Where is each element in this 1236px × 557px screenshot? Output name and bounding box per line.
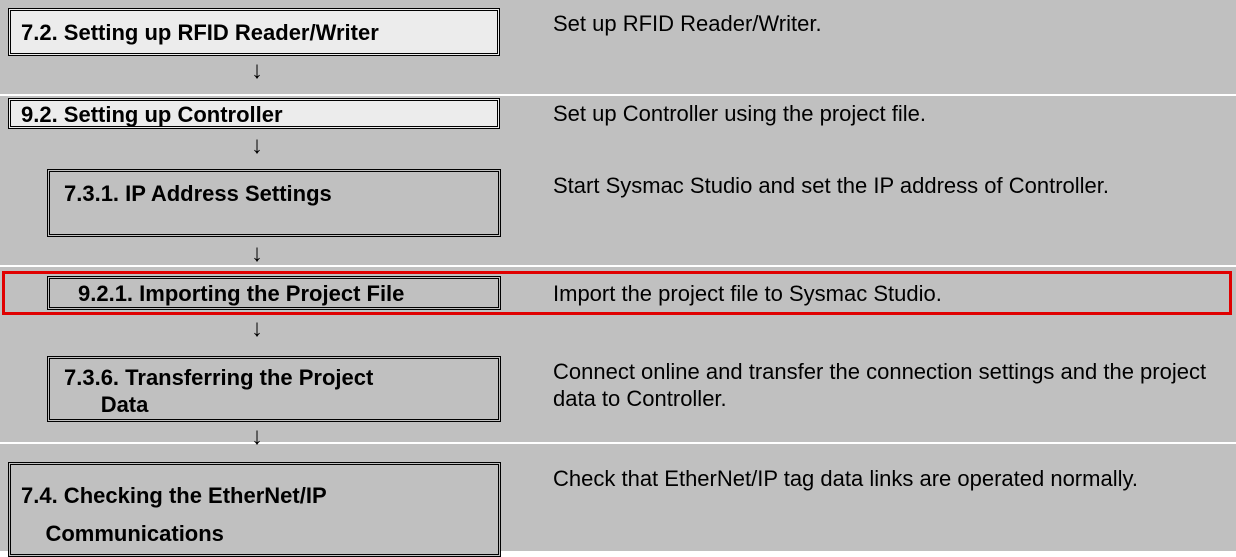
step-box-transfer-project: 7.3.6. Transferring the Project Data <box>47 356 501 422</box>
row-separator <box>0 265 1236 267</box>
step-label: 7.3.1. IP Address Settings <box>64 181 332 206</box>
down-arrow-icon: ↓ <box>251 315 263 342</box>
down-arrow-icon: ↓ <box>251 423 263 450</box>
step-description: Check that EtherNet/IP tag data links ar… <box>553 466 1138 491</box>
step-box-controller-setup: 9.2. Setting up Controller <box>8 98 500 129</box>
down-arrow-icon: ↓ <box>251 132 263 159</box>
step-label: 7.2. Setting up RFID Reader/Writer <box>21 20 379 45</box>
step-label: 7.3.6. Transferring the Project Data <box>64 365 374 417</box>
step-description: Connect online and transfer the connecti… <box>553 359 1207 411</box>
step-label: 9.2. Setting up Controller <box>21 102 283 127</box>
step-box-import-project: 9.2.1. Importing the Project File <box>47 276 501 310</box>
step-description: Set up Controller using the project file… <box>553 101 926 126</box>
procedure-flow-panel: 7.2. Setting up RFID Reader/Writer Set u… <box>0 0 1236 557</box>
step-description: Import the project file to Sysmac Studio… <box>553 281 942 306</box>
step-label: 7.4. Checking the EtherNet/IP Communicat… <box>21 483 327 546</box>
down-arrow-icon: ↓ <box>251 57 263 84</box>
row-separator <box>0 442 1236 444</box>
row-separator <box>0 94 1236 96</box>
step-box-check-ethernetip: 7.4. Checking the EtherNet/IP Communicat… <box>8 462 501 557</box>
step-description: Set up RFID Reader/Writer. <box>553 11 822 36</box>
step-box-ip-address: 7.3.1. IP Address Settings <box>47 169 501 237</box>
down-arrow-icon: ↓ <box>251 240 263 267</box>
step-description: Start Sysmac Studio and set the IP addre… <box>553 173 1109 198</box>
step-label: 9.2.1. Importing the Project File <box>78 281 405 306</box>
step-box-rfid-setup: 7.2. Setting up RFID Reader/Writer <box>8 8 500 56</box>
